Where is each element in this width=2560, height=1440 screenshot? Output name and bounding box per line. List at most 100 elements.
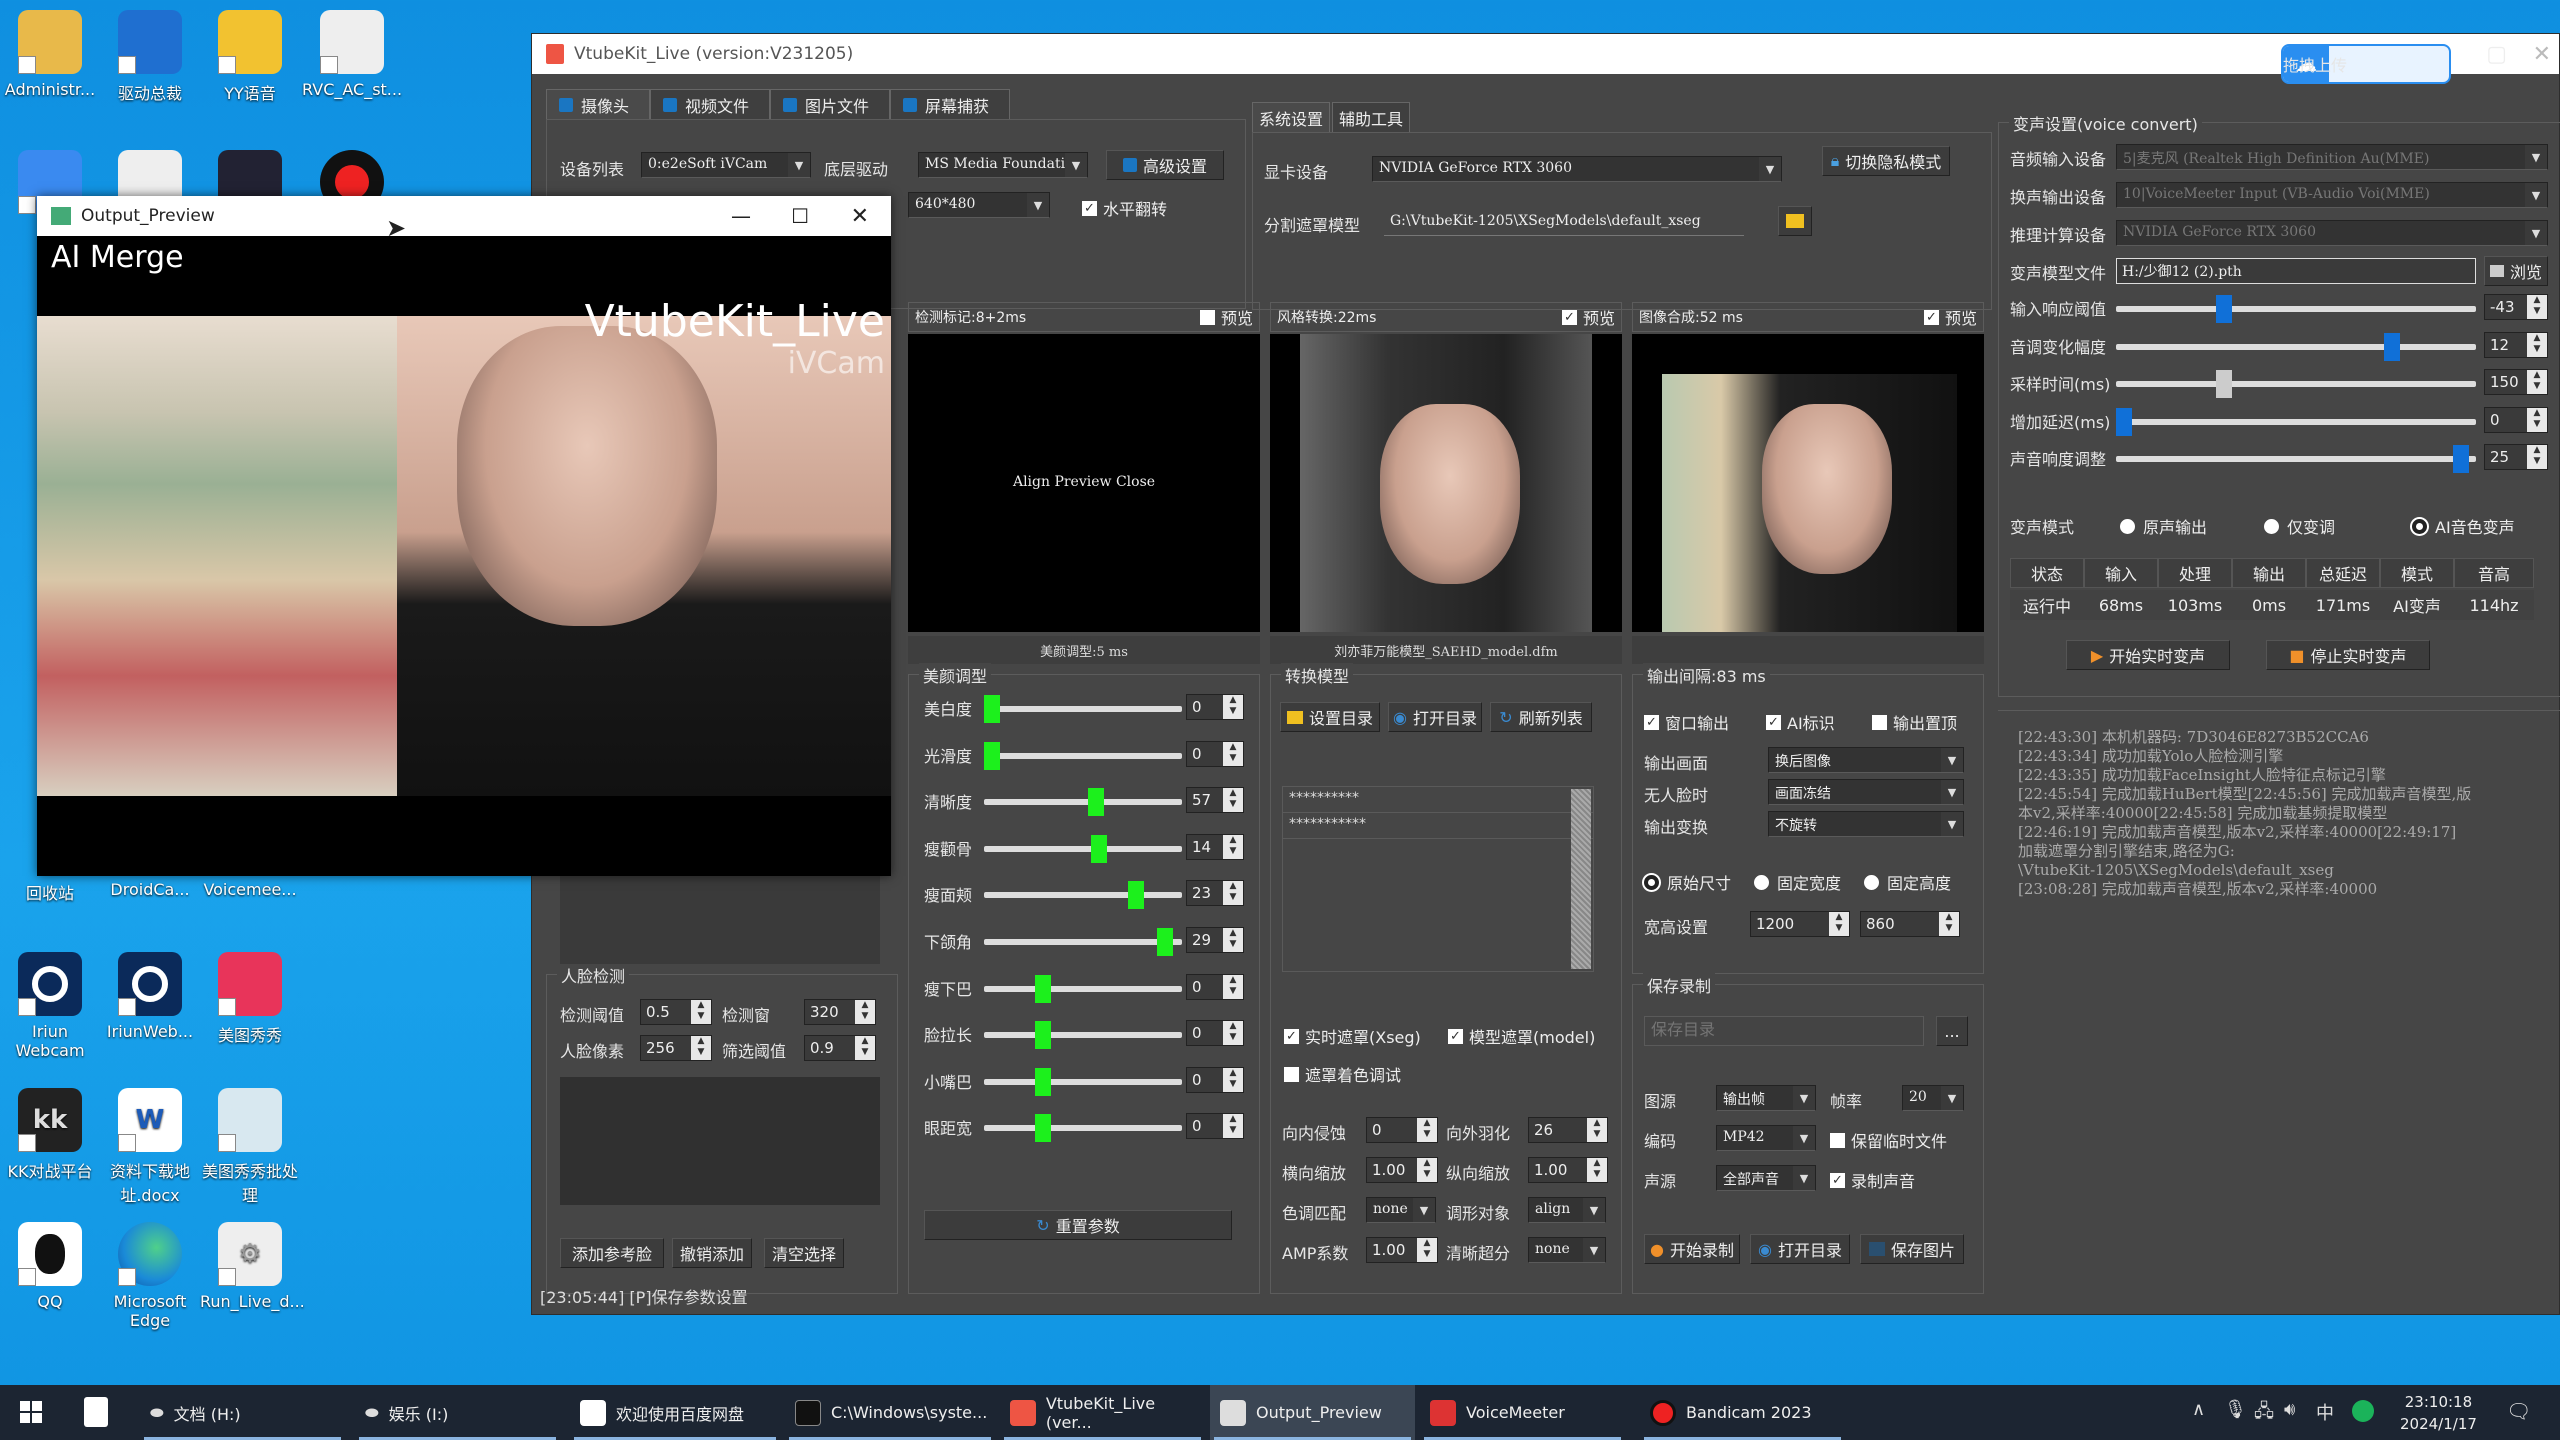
resolution-select[interactable]: 640*480 ▼ — [908, 192, 1050, 218]
desktop-icon-administrator[interactable]: Administr... — [0, 10, 100, 99]
compute-device-select[interactable]: NVIDIA GeForce RTX 3060 ▼ — [2116, 220, 2548, 246]
mask-model-path[interactable]: G:\VtubeKit-1205\XSegModels\default_xseg — [1384, 210, 1744, 236]
super-res-select[interactable]: none ▼ — [1528, 1237, 1606, 1263]
desktop-icon-droidcam[interactable]: DroidCa... — [100, 880, 200, 899]
hflip-checkbox[interactable]: ✓ 水平翻转 — [1082, 196, 1167, 220]
minimize-button[interactable]: — — [731, 204, 751, 228]
minimize-button[interactable]: ▢ — [2486, 42, 2507, 67]
window-output-checkbox[interactable]: ✓ 窗口输出 — [1644, 710, 1729, 734]
voice-slider[interactable] — [2116, 445, 2476, 473]
beauty-value-input[interactable]: 0 ▲ ▼ — [1186, 1066, 1244, 1093]
desktop-icon-run-live[interactable]: ⚙ Run_Live_d... — [200, 1222, 305, 1311]
windows-start-icon[interactable] — [20, 1401, 42, 1423]
desktop-icon-meitu[interactable]: 美图秀秀 — [200, 952, 300, 1046]
xseg-mask-checkbox[interactable]: ✓ 实时遮罩(Xseg) — [1284, 1024, 1421, 1048]
voice-value-input[interactable]: 12 ▲ ▼ — [2484, 331, 2548, 358]
voice-value-input[interactable]: 150 ▲ ▼ — [2484, 369, 2548, 395]
desktop-icon-kk[interactable]: kk KK对战平台 — [0, 1088, 100, 1182]
voice-mode-pitch-only[interactable]: 仅变调 — [2264, 514, 2335, 538]
fps-select[interactable]: 20 ▼ — [1902, 1085, 1964, 1111]
clear-selection-button[interactable]: 清空选择 — [764, 1238, 844, 1268]
tab-system-settings[interactable]: 系统设置 — [1252, 102, 1331, 132]
beauty-value-input[interactable]: 57 ▲ ▼ — [1186, 787, 1244, 814]
model-mask-checkbox[interactable]: ✓ 模型遮罩(model) — [1448, 1024, 1595, 1048]
slider-handle[interactable] — [1127, 881, 1144, 910]
start-voice-button[interactable]: ▶ 开始实时变声 — [2066, 640, 2230, 670]
voice-slider[interactable] — [2116, 295, 2476, 323]
notification-icon[interactable]: 🗨︎ — [2506, 1399, 2531, 1423]
filter-threshold-input[interactable]: 0.9 ▲ ▼ — [804, 1035, 876, 1061]
beauty-value-input[interactable]: 0 ▲ ▼ — [1186, 1020, 1244, 1047]
model-list[interactable]: ********** *********** — [1282, 786, 1594, 972]
taskbar-item-baidu[interactable]: 欢迎使用百度网盘 — [570, 1385, 780, 1440]
open-dir-button[interactable]: ◉ 打开目录 — [1388, 702, 1482, 732]
size-mode-original[interactable]: 原始尺寸 — [1644, 870, 1731, 894]
size-mode-fixed-height[interactable]: 固定高度 — [1864, 870, 1951, 894]
tab-screen-capture[interactable]: 屏幕捕获 — [890, 89, 1010, 119]
slider-handle[interactable] — [1156, 928, 1173, 956]
tray-app-icon[interactable] — [2352, 1400, 2374, 1422]
output-transform-select[interactable]: 不旋转 ▼ — [1768, 811, 1964, 837]
record-open-dir-button[interactable]: ◉ 打开目录 — [1750, 1234, 1850, 1264]
face-pixels-input[interactable]: 256 ▲ ▼ — [640, 1035, 712, 1061]
store-icon[interactable] — [84, 1397, 108, 1427]
keep-temp-checkbox[interactable]: 保留临时文件 — [1830, 1128, 1947, 1152]
beauty-slider[interactable] — [984, 928, 1182, 956]
desktop-icon-yy[interactable]: YY语音 — [200, 10, 300, 104]
slider-handle[interactable] — [1034, 974, 1051, 1003]
save-dir-input[interactable] — [1644, 1016, 1924, 1046]
output-frame-select[interactable]: 换后图像 ▼ — [1768, 747, 1964, 773]
voice-mode-ai[interactable]: AI音色变声 — [2412, 514, 2515, 538]
desktop-icon-edge[interactable]: Microsoft Edge — [100, 1222, 200, 1330]
beauty-slider[interactable] — [984, 1067, 1182, 1096]
ai-mark-checkbox[interactable]: ✓ AI标识 — [1766, 710, 1835, 734]
desktop-icon-rvc[interactable]: RVC_AC_st... — [302, 10, 402, 99]
beauty-value-input[interactable]: 0 ▲ ▼ — [1186, 694, 1244, 720]
add-reference-face-button[interactable]: 添加参考脸 — [560, 1238, 664, 1268]
slider-handle[interactable] — [1034, 1067, 1051, 1096]
taskbar-item-vtubekit[interactable]: VtubeKit_Live (ver... — [1000, 1385, 1205, 1440]
model-list-item[interactable]: ********** — [1283, 787, 1593, 813]
taskbar-item-entertainment[interactable]: ⬬ 娱乐 (I:) — [355, 1385, 560, 1440]
audio-input-select[interactable]: 5|麦克风 (Realtek High Definition Au(MME) ▼ — [2116, 144, 2548, 170]
beauty-slider[interactable] — [984, 741, 1182, 770]
taskbar-item-cmd[interactable]: C:\Windows\syste... — [785, 1385, 995, 1440]
taskbar-item-bandicam[interactable]: Bandicam 2023 — [1640, 1385, 1845, 1440]
beauty-value-input[interactable]: 0 ▲ ▼ — [1186, 1113, 1244, 1140]
voice-model-input[interactable] — [2116, 258, 2476, 284]
volume-icon[interactable]: 🔊︎ — [2284, 1399, 2295, 1420]
erode-input[interactable]: 0 ▲ ▼ — [1366, 1117, 1438, 1143]
color-match-select[interactable]: none ▼ — [1366, 1197, 1436, 1223]
tab-camera[interactable]: 摄像头 — [546, 89, 650, 119]
close-button[interactable]: ✕ — [2533, 42, 2551, 67]
voice-slider[interactable] — [2116, 332, 2476, 361]
amp-input[interactable]: 1.00 ▲ ▼ — [1366, 1237, 1438, 1263]
beauty-value-input[interactable]: 29 ▲ ▼ — [1186, 927, 1244, 953]
slider-handle[interactable] — [2215, 370, 2232, 398]
list-scrollbar[interactable] — [1571, 789, 1591, 969]
image-source-select[interactable]: 输出帧 ▼ — [1716, 1085, 1816, 1111]
beauty-value-input[interactable]: 23 ▲ ▼ — [1186, 880, 1244, 907]
maximize-button[interactable]: ☐ — [791, 204, 809, 228]
desktop-icon-meitu-batch[interactable]: 美图秀秀批处理 — [200, 1088, 300, 1206]
tab-image-file[interactable]: 图片文件 — [770, 89, 890, 119]
undo-add-button[interactable]: 撤销添加 — [672, 1238, 752, 1268]
mask-color-debug-checkbox[interactable]: 遮罩着色调试 — [1284, 1062, 1401, 1086]
beauty-value-input[interactable]: 0 ▲ ▼ — [1186, 740, 1244, 767]
beauty-value-input[interactable]: 14 ▲ ▼ — [1186, 833, 1244, 860]
close-button[interactable]: ✕ — [851, 204, 869, 229]
slider-handle[interactable] — [2384, 332, 2401, 361]
device-select[interactable]: 0:e2eSoft iVCam ▼ — [641, 152, 811, 178]
browse-voice-model-button[interactable]: 浏览 — [2484, 256, 2548, 286]
slider-handle[interactable] — [2453, 445, 2470, 473]
beauty-slider[interactable] — [984, 881, 1182, 910]
taskbar-item-docs[interactable]: ⬬ 文档 (H:) — [140, 1385, 345, 1440]
refresh-list-button[interactable]: ↻ 刷新列表 — [1490, 702, 1592, 732]
baidu-upload-button[interactable]: ☁ 拖拽上传 — [2281, 44, 2451, 84]
no-face-select[interactable]: 画面冻结 ▼ — [1768, 779, 1964, 805]
voice-slider[interactable] — [2116, 407, 2476, 436]
output-width-input[interactable]: 1200 ▲ ▼ — [1750, 911, 1850, 937]
network-icon[interactable]: 🖧 — [2254, 1399, 2274, 1429]
style-preview-checkbox[interactable]: ✓ 预览 — [1561, 305, 1615, 329]
slider-handle[interactable] — [2215, 295, 2232, 323]
